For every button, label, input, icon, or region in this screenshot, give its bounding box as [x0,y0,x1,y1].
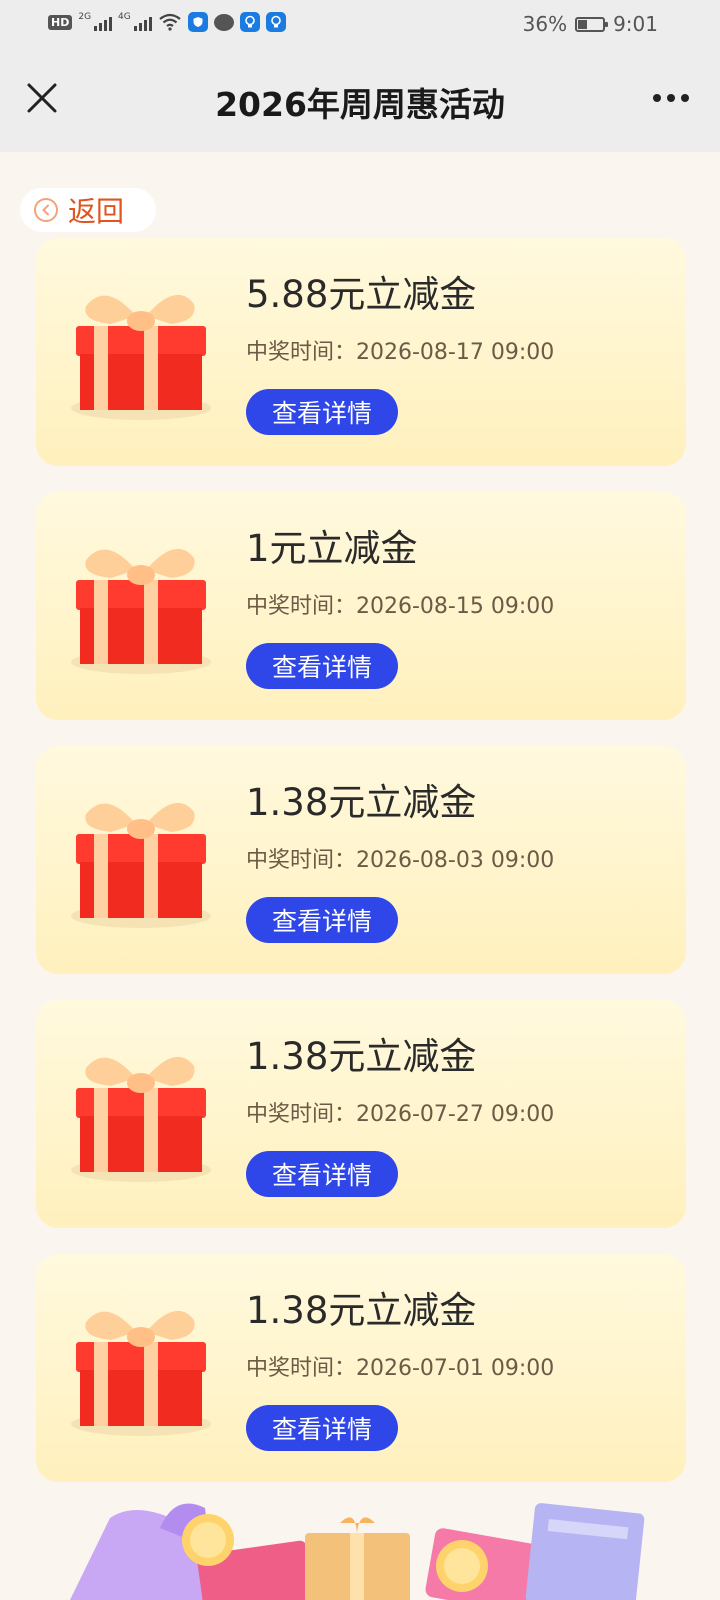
title-bar: 2026年周周惠活动 [0,50,720,152]
more-icon [653,94,661,102]
view-details-button[interactable]: 查看详情 [246,1405,398,1451]
gift-box-icon [71,294,211,420]
chat-bubble-icon [213,13,234,31]
decorative-illustration [70,1503,645,1600]
prize-time: 中奖时间：2026-07-27 09:00 [246,1102,555,1127]
bulb-app-icon [239,12,260,32]
prize-time: 中奖时间：2026-08-17 09:00 [246,340,555,365]
prize-title: 1.38元立减金 [246,781,477,824]
page-title: 2026年周周惠活动 [215,85,505,124]
prize-title: 5.88元立减金 [246,273,477,316]
back-button[interactable]: 返回 [20,188,156,232]
gift-box-icon [71,1056,211,1182]
prize-card: 1元立减金 中奖时间：2026-08-15 09:00 查看详情 [36,492,686,720]
status-left: HD 2G 4G [48,12,286,32]
status-right: 36% 9:01 [523,12,658,36]
prize-card: 5.88元立减金 中奖时间：2026-08-17 09:00 查看详情 [36,238,686,466]
prize-time: 中奖时间：2026-08-15 09:00 [246,594,555,619]
view-details-button[interactable]: 查看详情 [246,1151,398,1197]
gift-box-icon [71,548,211,674]
prize-title: 1元立减金 [246,527,418,570]
bulb-app-icon-2 [265,12,286,32]
shield-app-icon [187,12,208,32]
status-bar: HD 2G 4G 36% 9:01 [0,0,720,50]
footer-decoration [0,1488,720,1600]
more-button[interactable] [646,80,696,116]
prize-list: 5.88元立减金 中奖时间：2026-08-17 09:00 查看详情 1元立减… [36,238,686,1488]
clock: 9:01 [613,12,658,36]
view-details-button[interactable]: 查看详情 [246,897,398,943]
prize-card: 1.38元立减金 中奖时间：2026-08-03 09:00 查看详情 [36,746,686,974]
gift-box-icon [71,1310,211,1436]
prize-time: 中奖时间：2026-07-01 09:00 [246,1356,555,1381]
prize-title: 1.38元立减金 [246,1289,477,1332]
prize-title: 1.38元立减金 [246,1035,477,1078]
hd-badge: HD [48,14,73,30]
wifi-icon [159,13,181,31]
view-details-button[interactable]: 查看详情 [246,389,398,435]
gift-box-icon [71,802,211,928]
battery-percent: 36% [522,12,568,36]
view-details-button[interactable]: 查看详情 [246,643,398,689]
signal-icon-sim2: 4G [118,13,152,31]
prize-card: 1.38元立减金 中奖时间：2026-07-01 09:00 查看详情 [36,1254,686,1482]
signal-icon-sim1: 2G [78,13,113,31]
back-label: 返回 [68,195,125,228]
prize-card: 1.38元立减金 中奖时间：2026-07-27 09:00 查看详情 [36,1000,686,1228]
chevron-left-icon [34,198,58,222]
prize-time: 中奖时间：2026-08-03 09:00 [246,848,555,873]
battery-icon [575,16,609,32]
